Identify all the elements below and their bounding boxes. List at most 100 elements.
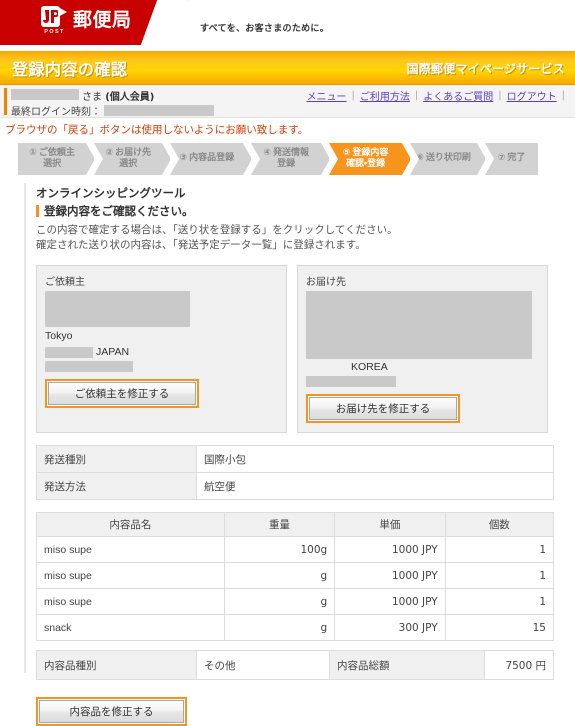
description-line-1: この内容で確定する場合は、「送り状を登録する」をクリックしてください。 [36,224,398,236]
item-name: miso supe [36,536,225,564]
column-header-weight: 重量 [223,512,336,538]
step-label-line1: 登録内容 [352,147,389,158]
nav-link-logout[interactable]: ログアウト [506,88,558,103]
step-label-line2: 登録 [277,159,296,169]
user-info-bar: さま (個人会員) メニュー | ご利用方法 | よくあるご質問 | ログアウト… [0,85,575,118]
column-header-unit-price: 単価 [334,512,446,538]
sender-panel-label: ご依頼主 [45,277,85,289]
section-heading-label: 登録内容をご確認ください。 [44,204,194,218]
service-name: 国際郵便マイページサービス [406,61,565,76]
brand-header: POST 郵便局 すべてを、お客さまのために。 [0,0,575,45]
item-unit-price: 1000 JPY [334,562,446,590]
step-item-item-registration[interactable]: ③ 内容品登録 [170,143,252,175]
edit-items-button[interactable]: 内容品を修正する [39,700,184,724]
user-name-line: さま (個人会員) [11,88,154,103]
step-item-recipient-select[interactable]: ② お届け先 選択 [94,143,172,175]
step-number: ② [105,147,114,158]
sender-edit-button-frame: ご依頼主を修正する [45,379,199,409]
step-item-confirm-register[interactable]: ⑤ 登録内容 確認・登録 [329,143,411,175]
item-unit-price: 300 JPY [334,614,446,642]
content-total-value: 7500 円 [484,650,554,681]
edit-sender-button[interactable]: ご依頼主を修正する [48,382,196,406]
recipient-name-address-redacted [306,291,532,360]
heading-accent-bar [36,205,39,217]
step-label-line1: 発送情報 [272,147,309,158]
content-category-value: その他 [196,650,330,681]
item-weight: g [223,588,336,616]
step-item-shipping-info[interactable]: ④ 発送情報 登録 [251,143,331,175]
column-header-item-name: 内容品名 [36,512,225,538]
item-quantity: 15 [444,614,555,642]
nav-separator: | [498,89,502,101]
jp-post-sublabel: POST [44,29,65,35]
step-label-line2: 確認・登録 [346,159,386,169]
step-item-sender-select[interactable]: ① ご依頼主 選択 [18,143,96,175]
table-row: miso supe g 1000 JPY 1 [36,588,555,616]
item-unit-price: 1000 JPY [334,588,446,616]
last-login-label: 最終ログイン時刻： [11,107,101,118]
table-row: miso supe 100g 1000 JPY 1 [36,536,555,564]
shipping-method-label: 発送方法 [36,472,197,501]
user-name-redacted [11,88,79,100]
main-content: オンラインシッピングツール 登録内容をご確認ください。 この内容で確定する場合は… [24,183,564,726]
column-header-quantity: 個数 [444,512,555,538]
recipient-panel: お届け先 KOREA お届け先を修正する [297,265,548,434]
user-name-suffix: さま (個人会員) [82,88,154,103]
header-nav-links: メニュー | ご利用方法 | よくあるご質問 | ログアウト | [306,88,570,103]
brand-name: 郵便局 [73,8,132,31]
sender-city: Tokyo [45,330,73,343]
item-name: miso supe [36,588,225,616]
item-quantity: 1 [444,588,555,616]
step-label-line2: 選択 [119,159,138,169]
step-label-line1: 送り状印刷 [425,153,471,164]
shipping-type-label: 発送種別 [36,445,197,474]
item-weight: g [223,614,336,642]
nav-separator: | [561,89,565,101]
table-row: 発送方法 航空便 [36,472,554,501]
step-number: ④ [263,147,271,158]
recipient-country: KOREA [351,361,388,374]
sender-country-line: JAPAN [45,346,278,358]
table-row: 内容品種別 その他 内容品総額 7500 円 [36,650,554,681]
item-quantity: 1 [444,536,555,564]
nav-link-how-to-use[interactable]: ご利用方法 [359,88,411,103]
description-line-2: 確定された送り状の内容は、「発送予定データ一覧」に登録されます。 [36,239,366,252]
sender-address-body: Tokyo JAPAN [45,291,278,373]
back-button-warning: ブラウザの「戻る」ボタンは使用しないようにお願い致します。 [5,124,309,136]
step-number: ③ [179,153,188,164]
page-title-bar: 登録内容の確認 国際郵便マイページサービス [0,51,575,85]
step-item-print-label[interactable]: ⑥ 送り状印刷 [409,143,487,175]
jp-post-logo[interactable]: POST 郵便局 [41,6,132,38]
table-row: miso supe g 1000 JPY 1 [36,562,555,590]
step-number: ⑤ [342,147,351,158]
recipient-panel-label: お届け先 [306,277,346,289]
step-number: ⑦ [497,153,506,164]
item-name: miso supe [36,562,225,590]
content-category-label: 内容品種別 [36,650,197,681]
jp-post-mark-icon: POST [41,6,68,38]
sender-postal-redacted [45,346,93,358]
sender-country: JAPAN [96,346,130,359]
nav-link-faq[interactable]: よくあるご質問 [422,88,494,103]
item-weight: 100g [223,536,336,564]
step-label-line1: 内容品登録 [189,153,235,164]
step-progress-bar: ① ご依頼主 選択 ② お届け先 選択 ③ 内容品登録 ④ 発送情報 登録 ⑤ 登録内容 確認・登… [18,143,546,175]
sender-phone-redacted [45,361,133,373]
edit-recipient-button[interactable]: お届け先を修正する [309,397,457,421]
nav-link-menu[interactable]: メニュー [306,88,348,103]
step-number: ① [29,147,37,158]
step-label-line1: ご依頼主 [38,147,75,158]
table-row: snack g 300 JPY 15 [36,614,555,642]
user-honorific: さま [82,91,102,103]
member-type: (個人会員) [105,91,155,103]
items-summary-table: 内容品種別 その他 内容品総額 7500 円 [36,650,554,681]
content-left-rule [24,183,26,673]
user-bar-accent [4,88,7,115]
items-table-header-row: 内容品名 重量 単価 個数 [36,512,555,538]
nav-separator: | [414,89,419,101]
step-item-complete[interactable]: ⑦ 完了 [485,143,538,175]
shipping-method-value: 航空便 [196,472,554,501]
recipient-edit-button-frame: お届け先を修正する [306,394,460,424]
items-edit-button-wrap: 内容品を修正する [36,690,564,726]
step-label-line1: お届け先 [115,147,152,158]
